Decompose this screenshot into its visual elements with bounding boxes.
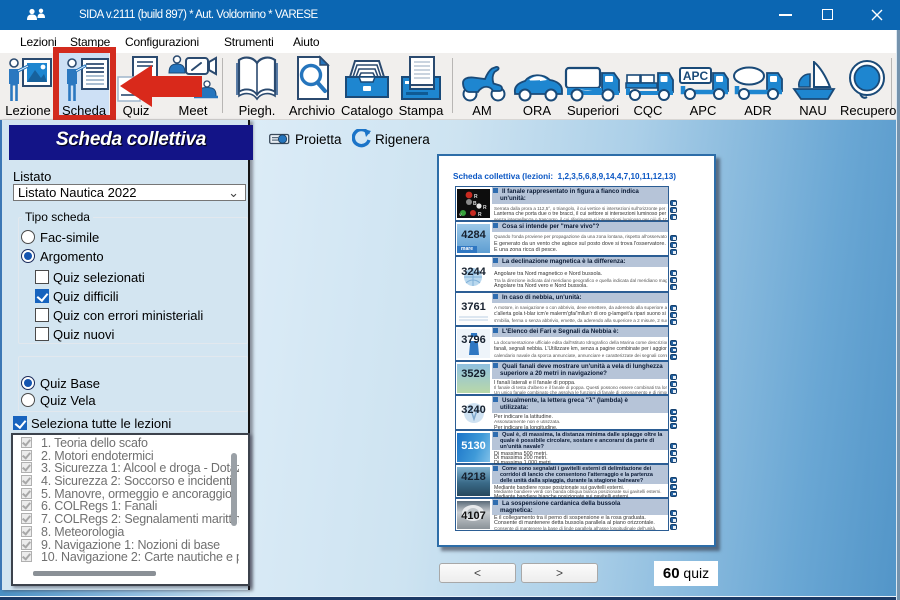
svg-text:V: V xyxy=(459,212,462,217)
svg-text:R: R xyxy=(474,194,478,200)
svg-text:R: R xyxy=(478,212,482,218)
svg-text:APC: APC xyxy=(683,69,709,83)
svg-text:R: R xyxy=(483,205,487,211)
svg-text:B: B xyxy=(473,201,477,207)
